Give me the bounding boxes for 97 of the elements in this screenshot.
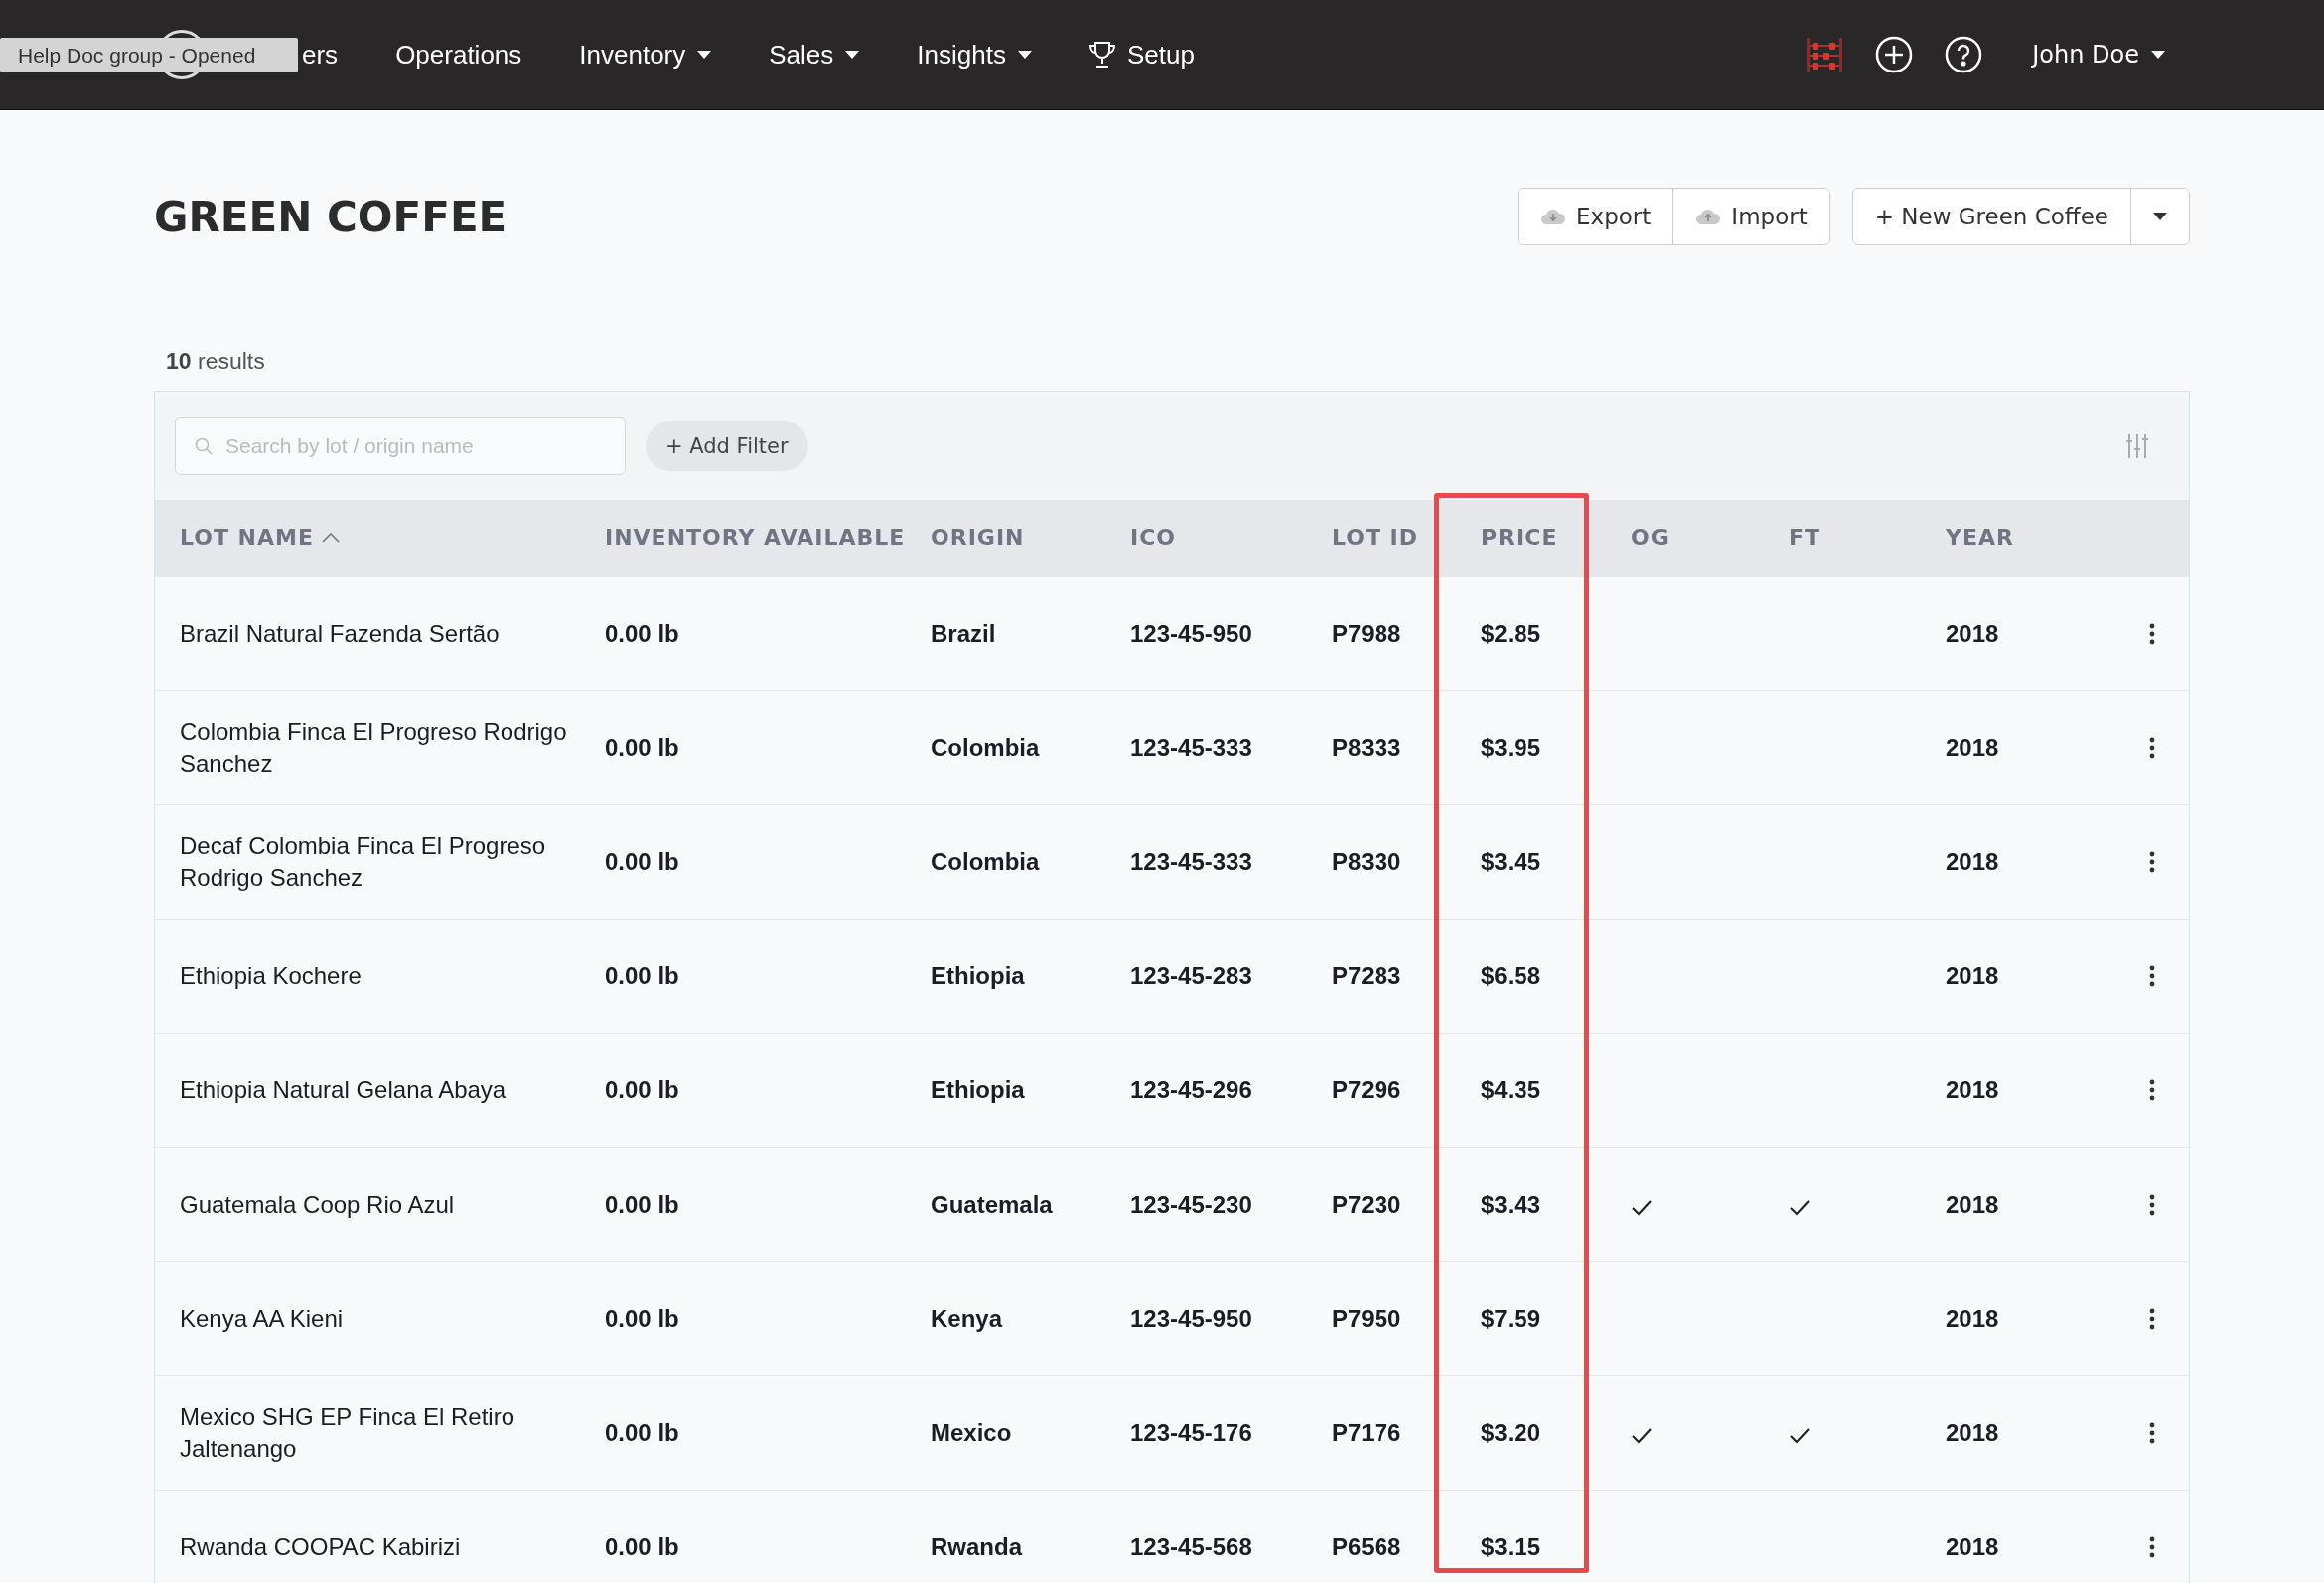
nav-menu-item[interactable]: Setup — [1089, 39, 1195, 71]
table-cell-text: P6568 — [1332, 1532, 1402, 1562]
add-icon[interactable] — [1875, 36, 1914, 73]
table-cell-text: 0.00 lb — [605, 961, 680, 991]
table-cell-text: 2018 — [1946, 1418, 2000, 1448]
table-cell-text: Guatemala — [931, 1190, 1054, 1220]
table-cell-text: $3.43 — [1481, 1190, 1542, 1220]
table-cell-text: Colombia — [931, 847, 1041, 877]
table-cell-text: 123-45-283 — [1130, 961, 1253, 991]
table-cell-text: 123-45-333 — [1130, 733, 1253, 763]
column-header[interactable]: LOT ID — [1332, 525, 1419, 550]
table-cell-text: $3.15 — [1481, 1532, 1542, 1562]
import-button[interactable]: Import — [1672, 189, 1829, 244]
table-cell-text: Guatemala Coop Rio Azul — [180, 1190, 456, 1220]
table-cell-text: P8330 — [1332, 847, 1402, 877]
table-cell-text: $3.20 — [1481, 1418, 1542, 1448]
table-cell-text: 0.00 lb — [605, 733, 680, 763]
nav-menu-item[interactable]: Sales — [769, 39, 860, 71]
table-cell-text: P7176 — [1332, 1418, 1402, 1448]
table-cell-text: Ethiopia Kochere — [180, 961, 363, 991]
table-cell-text: 2018 — [1946, 1532, 2000, 1562]
table-cell-text: Kenya — [931, 1304, 1004, 1334]
cloud-download-icon — [1540, 208, 1567, 225]
column-header[interactable]: ORIGIN — [931, 525, 1025, 550]
caret-icon — [2153, 213, 2167, 220]
table-cell-text: Ethiopia Natural Gelana Abaya — [180, 1076, 508, 1105]
table-cell-text: 0.00 lb — [605, 1418, 680, 1448]
table-cell-text: 2018 — [1946, 1190, 2000, 1220]
add-filter-button[interactable]: + Add Filter — [646, 421, 808, 471]
caret-icon — [1017, 51, 1032, 59]
column-header[interactable]: ICO — [1130, 525, 1177, 550]
help-icon[interactable] — [1945, 36, 1983, 73]
column-header[interactable]: PRICE — [1481, 525, 1558, 550]
nav-menu-item[interactable]: ers — [302, 39, 339, 71]
table-cell-text: 123-45-296 — [1130, 1076, 1253, 1105]
table-cell-text: Brazil — [931, 619, 997, 648]
table-cell-text: Decaf Colombia Finca El Progreso Rodrigo Sanchez — [180, 831, 547, 893]
column-header[interactable]: OG — [1631, 525, 1670, 550]
table-cell-text: 2018 — [1946, 961, 2000, 991]
table-cell-text: 0.00 lb — [605, 619, 680, 648]
abacus-icon[interactable] — [1806, 37, 1844, 72]
table-cell-text: P7950 — [1332, 1304, 1402, 1334]
table-cell-text: P7230 — [1332, 1190, 1402, 1220]
table-cell-text: $2.85 — [1481, 619, 1542, 648]
table-cell-text: 2018 — [1946, 1304, 2000, 1334]
trophy-icon — [1089, 41, 1115, 69]
table-cell-text: $7.59 — [1481, 1304, 1542, 1334]
table-cell-text: P7283 — [1332, 961, 1402, 991]
results-count: 10 results — [166, 349, 266, 375]
table-cell-text: 123-45-950 — [1130, 619, 1253, 648]
table-cell-text: Colombia — [931, 733, 1041, 763]
table-cell-text: 0.00 lb — [605, 1532, 680, 1562]
nav-menu-item[interactable]: Inventory — [579, 39, 712, 71]
search-field[interactable]: Search by lot / origin name — [175, 417, 626, 475]
table-cell-text: $4.35 — [1481, 1076, 1542, 1105]
table-cell-text: Ethiopia — [931, 961, 1026, 991]
column-header[interactable]: INVENTORY AVAILABLE — [605, 525, 906, 550]
cloud-upload-icon — [1695, 208, 1722, 225]
table-cell-text: 123-45-230 — [1130, 1190, 1253, 1220]
table-cell-text: 0.00 lb — [605, 847, 680, 877]
column-header[interactable]: LOT NAME — [180, 525, 314, 550]
table-cell-text: Kenya AA Kieni — [180, 1304, 345, 1334]
nav-menu-item[interactable]: Insights — [917, 39, 1032, 71]
table-cell-text: Rwanda COOPAC Kabirizi — [180, 1532, 462, 1562]
page-title: GREEN COFFEE — [154, 192, 508, 241]
column-header[interactable]: YEAR — [1946, 525, 2014, 550]
nav-menu-item[interactable]: Operations — [395, 39, 522, 71]
table-cell-text: P7296 — [1332, 1076, 1402, 1105]
table-cell-text: 123-45-568 — [1130, 1532, 1253, 1562]
table-cell-text: 123-45-176 — [1130, 1418, 1253, 1448]
table-cell-text: 2018 — [1946, 619, 2000, 648]
table-cell-text: 0.00 lb — [605, 1190, 680, 1220]
table-cell-text: $6.58 — [1481, 961, 1542, 991]
table-cell-text: Rwanda — [931, 1532, 1024, 1562]
table-cell-text: 0.00 lb — [605, 1304, 680, 1334]
table-cell-text: 123-45-333 — [1130, 847, 1253, 877]
table-cell-text: 123-45-950 — [1130, 1304, 1253, 1334]
table-cell-text: P8333 — [1332, 733, 1402, 763]
table-cell-text: P7988 — [1332, 619, 1402, 648]
tooltip: Help Doc group - Opened — [0, 38, 298, 72]
table-cell-text: Ethiopia — [931, 1076, 1026, 1105]
table-cell-text: $3.45 — [1481, 847, 1542, 877]
table-cell-text: 2018 — [1946, 1076, 2000, 1105]
table-cell-text: 0.00 lb — [605, 1076, 680, 1105]
table-cell-text: 2018 — [1946, 847, 2000, 877]
column-header[interactable]: FT — [1789, 525, 1821, 550]
caret-icon — [697, 51, 712, 59]
search-icon — [195, 437, 213, 455]
table-cell-text: 2018 — [1946, 733, 2000, 763]
table-cell-text: $3.95 — [1481, 733, 1542, 763]
user-menu[interactable]: John Doe — [2032, 41, 2165, 69]
caret-icon — [845, 51, 860, 59]
table-cell-text: Brazil Natural Fazenda Sertão — [180, 619, 501, 648]
table-cell-text: Colombia Finca El Progreso Rodrigo Sanchez — [180, 717, 568, 779]
table-cell-text: Mexico — [931, 1418, 1013, 1448]
caret-icon — [2151, 51, 2165, 59]
table-cell-text: Mexico SHG EP Finca El Retiro Jaltenango — [180, 1402, 515, 1464]
